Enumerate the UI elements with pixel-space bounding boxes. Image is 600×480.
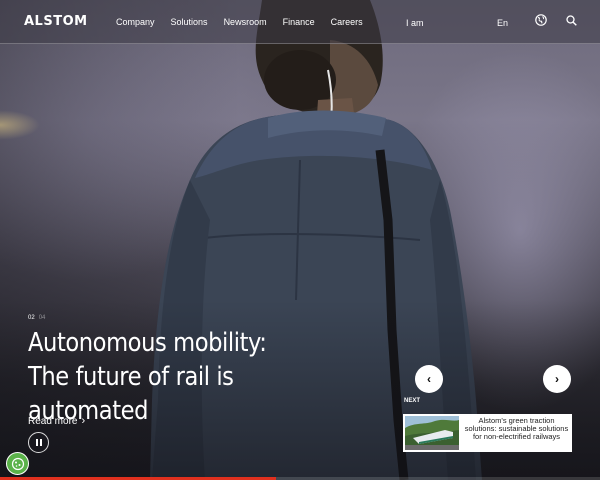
main-nav: Company Solutions Newsroom Finance Caree…: [116, 17, 379, 27]
chevron-left-icon: ‹: [427, 372, 431, 386]
slide-counter: 02 04: [28, 315, 45, 321]
nav-solutions[interactable]: Solutions: [171, 17, 208, 27]
next-slide-title: Alstom's green traction solutions: susta…: [464, 416, 569, 442]
nav-careers[interactable]: Careers: [331, 17, 363, 27]
read-more-link[interactable]: Read more ›: [28, 415, 85, 427]
next-slide-card[interactable]: Alstom's green traction solutions: susta…: [403, 414, 572, 452]
alstom-logo[interactable]: ALSTOM: [24, 14, 88, 29]
read-more-label: Read more: [28, 416, 78, 427]
pause-button[interactable]: [28, 432, 49, 453]
next-slide-button[interactable]: ›: [543, 365, 571, 393]
chevron-right-icon: ›: [81, 415, 86, 427]
chevron-right-icon: ›: [555, 372, 559, 386]
search-icon[interactable]: [566, 15, 577, 26]
slide-total: 04: [38, 315, 46, 321]
prev-slide-button[interactable]: ‹: [415, 365, 443, 393]
next-label: NEXT: [404, 398, 421, 404]
pause-icon-bar: [39, 439, 42, 446]
cookie-icon: [11, 457, 24, 470]
pause-icon-bar: [35, 439, 38, 446]
nav-company[interactable]: Company: [116, 17, 155, 27]
next-slide-thumbnail: [405, 416, 459, 450]
i-am-dropdown[interactable]: I am: [406, 18, 424, 28]
globe-icon[interactable]: [535, 14, 547, 26]
slide-title: Autonomous mobility: The future of rail …: [28, 328, 267, 426]
language-selector[interactable]: En: [497, 18, 508, 28]
nav-newsroom[interactable]: Newsroom: [224, 17, 267, 27]
site-header: ALSTOM Company Solutions Newsroom Financ…: [0, 0, 600, 44]
cookie-settings-button[interactable]: [6, 452, 29, 475]
slide-current: 02: [28, 315, 35, 321]
nav-finance[interactable]: Finance: [283, 17, 315, 27]
